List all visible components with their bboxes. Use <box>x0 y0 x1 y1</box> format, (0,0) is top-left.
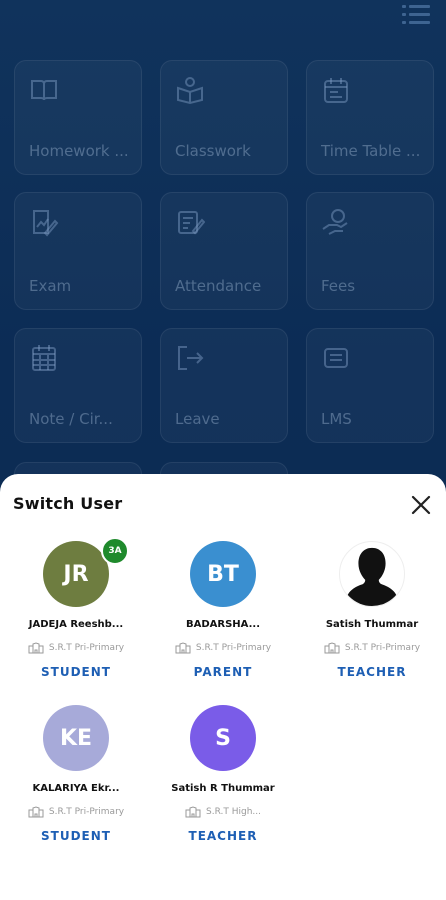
user-role: PARENT <box>193 665 253 679</box>
avatar: JR <box>43 541 109 607</box>
tile-homework[interactable]: Homework ... <box>14 60 142 175</box>
tile-fees[interactable]: Fees <box>306 192 434 310</box>
school-icon <box>324 642 340 654</box>
avatar: KE <box>43 705 109 771</box>
tile-label: LMS <box>321 410 352 428</box>
avatar: S <box>190 705 256 771</box>
school-row: S.R.T Pri-Primary <box>1 806 151 818</box>
tile-leave[interactable]: Leave <box>160 328 288 443</box>
attendance-icon <box>178 211 205 235</box>
user-name: Satish R Thummar <box>171 783 275 794</box>
tile-lms[interactable]: LMS <box>306 328 434 443</box>
book-icon <box>31 80 57 101</box>
school-icon <box>175 642 191 654</box>
close-icon[interactable] <box>408 492 434 518</box>
avatar <box>339 541 405 607</box>
tile-attendance[interactable]: Attendance <box>160 192 288 310</box>
person-silhouette-icon <box>345 547 399 606</box>
tile-label: Note / Cir... <box>29 410 113 428</box>
lms-icon <box>324 348 348 368</box>
menu-list-icon[interactable] <box>402 2 430 28</box>
tile-label: Leave <box>175 410 220 428</box>
tile-label: Classwork <box>175 142 251 160</box>
school-icon <box>28 806 44 818</box>
leave-icon <box>178 346 204 370</box>
school-name: S.R.T High... <box>206 807 261 817</box>
user-role: STUDENT <box>41 829 111 843</box>
fees-icon <box>322 209 348 235</box>
tile-label: Attendance <box>175 277 262 295</box>
school-icon <box>185 806 201 818</box>
user-name: KALARIYA Ekr... <box>32 783 120 794</box>
school-row: S.R.T Pri-Primary <box>297 642 446 654</box>
switch-user-sheet: Switch User JR 3A JADEJA Reeshb... S.R.T… <box>0 474 446 900</box>
school-name: S.R.T Pri-Primary <box>344 643 421 653</box>
sheet-title: Switch User <box>13 494 123 513</box>
school-name: S.R.T Pri-Primary <box>48 643 125 653</box>
calendar-icon <box>324 78 348 103</box>
user-role: STUDENT <box>41 665 111 679</box>
user-name: JADEJA Reeshb... <box>28 619 124 630</box>
reader-icon <box>177 77 203 105</box>
school-name: S.R.T Pri-Primary <box>195 643 272 653</box>
school-row: S.R.T High... <box>148 806 298 818</box>
tile-label: Homework ... <box>29 142 129 160</box>
tile-label: Fees <box>321 277 356 295</box>
tile-classwork[interactable]: Classwork <box>160 60 288 175</box>
school-row: S.R.T Pri-Primary <box>1 642 151 654</box>
school-icon <box>28 642 44 654</box>
tile-exam[interactable]: Exam <box>14 192 142 310</box>
user-role: TEACHER <box>188 829 258 843</box>
class-badge: 3A <box>101 537 129 565</box>
tile-label: Exam <box>29 277 72 295</box>
school-name: S.R.T Pri-Primary <box>48 807 125 817</box>
tile-note-circular[interactable]: Note / Cir... <box>14 328 142 443</box>
avatar: BT <box>190 541 256 607</box>
exam-icon <box>33 210 59 237</box>
user-name: Satish Thummar <box>325 619 419 630</box>
user-name: BADARSHA... <box>186 619 260 630</box>
user-role: TEACHER <box>337 665 407 679</box>
grid-calendar-icon <box>32 345 56 371</box>
tile-time-table[interactable]: Time Table ... <box>306 60 434 175</box>
tile-label: Time Table ... <box>321 142 421 160</box>
school-row: S.R.T Pri-Primary <box>148 642 298 654</box>
